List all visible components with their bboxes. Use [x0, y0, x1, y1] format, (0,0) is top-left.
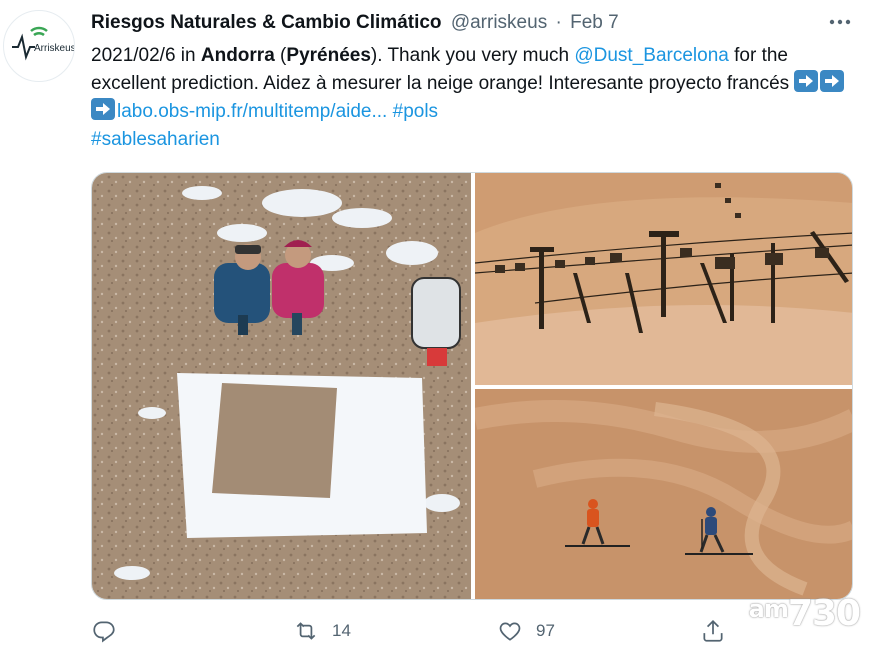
text-segment: (: [274, 45, 287, 66]
share-button[interactable]: [700, 618, 726, 644]
arrow-right-emoji-icon: [794, 70, 819, 92]
avatar[interactable]: Arriskeus: [3, 10, 75, 82]
tweet-date[interactable]: Feb 7: [570, 12, 619, 33]
photo-snow-square[interactable]: [92, 173, 471, 599]
media-grid: [91, 172, 853, 600]
mention-link[interactable]: @Dust_Barcelona: [574, 45, 728, 66]
separator: ·: [555, 12, 562, 33]
heart-icon: [499, 622, 521, 641]
watermark-prefix: am: [748, 595, 789, 623]
like-button[interactable]: 97: [496, 618, 555, 644]
retweet-button[interactable]: 14: [292, 618, 351, 644]
location-andorra: Andorra: [200, 45, 275, 66]
arrow-right-emoji-icon: [820, 70, 845, 92]
text-segment: ). Thank you very much: [370, 45, 575, 66]
more-icon: [829, 19, 851, 25]
author-name[interactable]: Riesgos Naturales & Cambio Climático: [91, 12, 442, 33]
like-count: 97: [536, 621, 555, 640]
retweet-count: 14: [332, 621, 351, 640]
hashtag-sablesaharien[interactable]: #sablesaharien: [91, 129, 220, 150]
watermark: am730: [748, 593, 861, 634]
text-segment: 2021/02/6 in: [91, 45, 201, 66]
url-link[interactable]: labo.obs-mip.fr/multitemp/aide...: [117, 101, 387, 122]
reply-button[interactable]: [91, 618, 117, 644]
logo-text: Arriskeus: [34, 43, 74, 54]
author-handle[interactable]: @arriskeus: [451, 12, 547, 33]
photo-ski-lifts[interactable]: [475, 173, 852, 385]
tweet-header: Riesgos Naturales & Cambio Climático @ar…: [91, 11, 619, 35]
share-icon: [703, 620, 723, 642]
watermark-number: 730: [787, 593, 861, 634]
location-pyrenees: Pyrénées: [286, 45, 371, 66]
hashtag-pols[interactable]: #pols: [393, 101, 438, 122]
arriskeus-logo: Arriskeus: [12, 26, 74, 61]
retweet-icon: [296, 622, 316, 640]
tweet-text: 2021/02/6 in Andorra (Pyrénées). Thank y…: [91, 42, 861, 154]
reply-icon: [93, 621, 115, 643]
arrow-right-emoji-icon: [91, 98, 115, 120]
more-options-button[interactable]: [826, 10, 854, 34]
photo-skiers[interactable]: [475, 389, 852, 599]
